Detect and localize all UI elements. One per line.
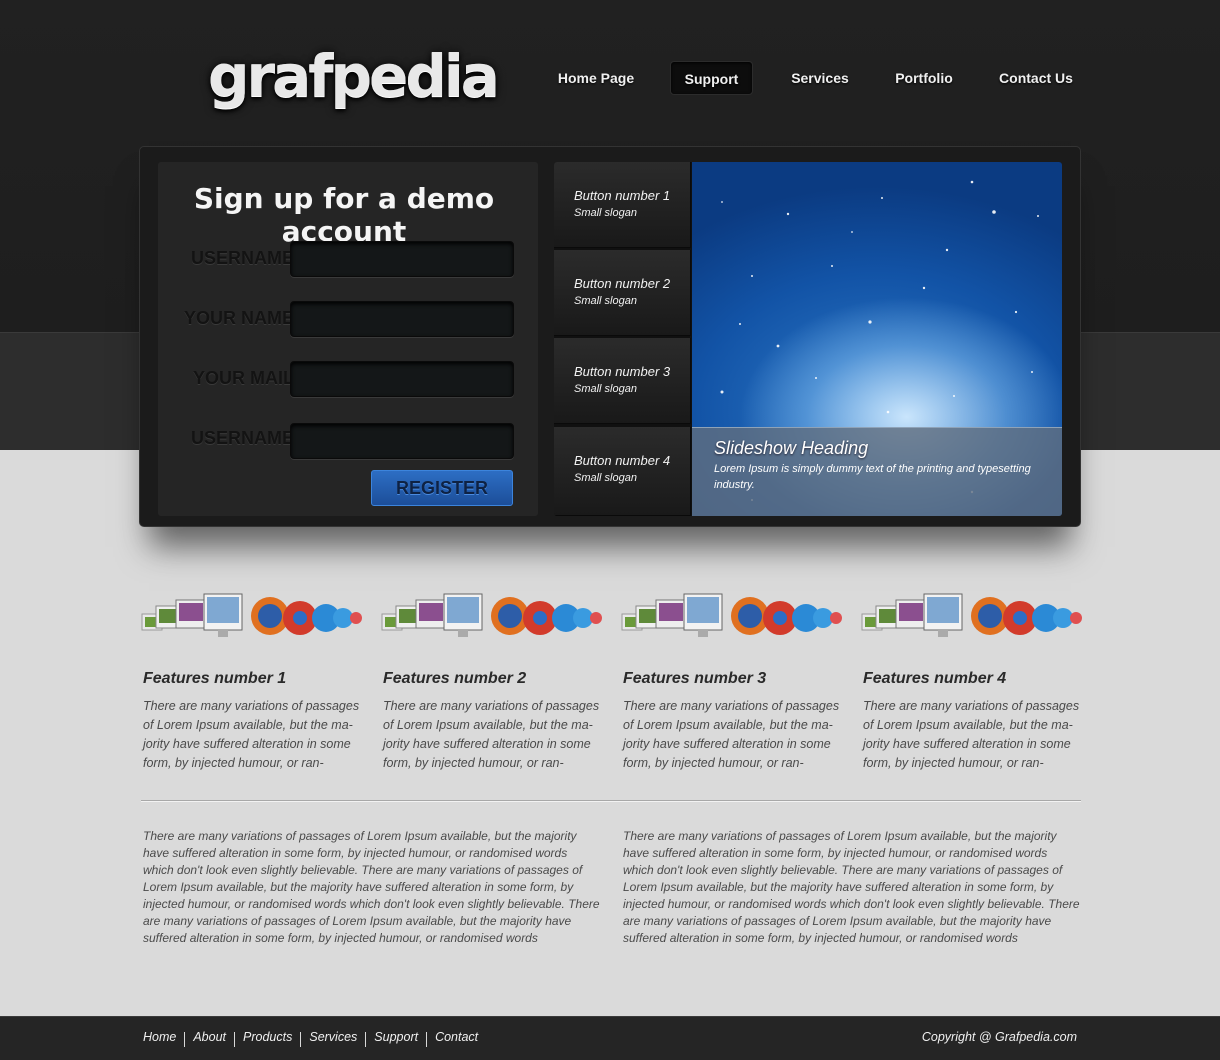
slide-button-1[interactable]: Button number 1 Small slogan [554,162,691,248]
footer-link-products[interactable]: Products [243,1030,292,1048]
feature-1: Features number 1 There are many variati… [140,590,362,770]
footer-separator [234,1032,236,1047]
footer-links: Home About Products Services Support Con… [143,1030,478,1048]
slide-button-slogan: Small slogan [574,207,637,219]
monitor-browser-icon [621,593,842,637]
feature-text: There are many variations of passages of… [623,699,840,770]
feature-text: There are many variations of passages of… [863,699,1080,770]
slide-text: Lorem Ipsum is simply dummy text of the … [714,463,1031,491]
copyright: Copyright @ Grafpedia.com [921,1030,1077,1044]
your-name-label: YOUR NAME [183,308,294,328]
slide-caption: Slideshow Heading Lorem Ipsum is simply … [692,427,1062,516]
monitor-browser-icon [141,593,362,637]
slide-button-title: Button number 4 [574,453,671,468]
nav-item-home-page[interactable]: Home Page [540,61,652,95]
slide-image[interactable]: Slideshow Heading Lorem Ipsum is simply … [692,162,1062,516]
slide-button-slogan: Small slogan [574,295,637,307]
footer-link-about[interactable]: About [193,1030,226,1048]
your-name-field[interactable] [290,301,514,337]
slide-button-4[interactable]: Button number 4 Small slogan [554,427,691,516]
nav-item-support[interactable]: Support [670,61,753,95]
signup-title: Sign up for a demo account [193,182,495,248]
your-mail-label: YOUR MAIL [193,368,294,388]
username-field-2[interactable] [290,423,514,459]
username-label-2: USERNAME [190,428,294,448]
feature-2-image [380,590,602,642]
footer: Home About Products Services Support Con… [0,1016,1220,1060]
your-mail-field[interactable] [290,361,514,397]
monitor-browser-icon [381,593,602,637]
footer-link-services[interactable]: Services [309,1030,357,1048]
footer-link-support[interactable]: Support [374,1030,418,1048]
footer-link-home[interactable]: Home [143,1030,176,1048]
body-paragraph-right: There are many variations of passages of… [623,829,1080,945]
content-divider [141,800,1081,802]
nav-item-portfolio[interactable]: Portfolio [886,61,962,95]
body-paragraph-left: There are many variations of passages of… [143,829,600,945]
footer-separator [426,1032,428,1047]
footer-link-contact[interactable]: Contact [435,1030,478,1048]
username-field[interactable] [290,241,514,277]
monitor-browser-icon [861,593,1082,637]
register-button[interactable]: REGISTER [371,470,513,506]
slide-heading: Slideshow Heading [714,438,869,458]
logo[interactable]: grafpedia [208,36,500,116]
feature-text: There are many variations of passages of… [143,699,360,770]
feature-3: Features number 3 There are many variati… [620,590,842,770]
nav-item-services[interactable]: Services [780,61,860,95]
feature-text: There are many variations of passages of… [383,699,600,770]
footer-separator [365,1032,367,1047]
slideshow: Button number 1 Small slogan Button numb… [554,162,1062,516]
feature-3-image [620,590,842,642]
slide-button-slogan: Small slogan [574,472,637,484]
feature-title: Features number 1 [143,670,287,687]
feature-4-image [860,590,1082,642]
feature-4: Features number 4 There are many variati… [860,590,1082,770]
feature-1-image [140,590,362,642]
slide-button-title: Button number 1 [574,188,671,203]
username-label: USERNAME [190,248,294,268]
feature-title: Features number 3 [623,670,767,687]
slide-button-slogan: Small slogan [574,383,637,395]
footer-separator [184,1032,186,1047]
feature-title: Features number 4 [863,670,1007,687]
slide-button-title: Button number 2 [574,276,671,291]
footer-separator [300,1032,302,1047]
feature-2: Features number 2 There are many variati… [380,590,602,770]
main-panel: Sign up for a demo account USERNAME YOUR… [139,146,1081,527]
feature-title: Features number 2 [383,670,527,687]
logo-text: grafpedia [208,36,500,116]
slide-button-3[interactable]: Button number 3 Small slogan [554,338,691,424]
signup-form: Sign up for a demo account USERNAME YOUR… [158,162,538,516]
nav-item-contact-us[interactable]: Contact Us [990,61,1082,95]
slide-button-2[interactable]: Button number 2 Small slogan [554,250,691,336]
slide-button-title: Button number 3 [574,364,671,379]
